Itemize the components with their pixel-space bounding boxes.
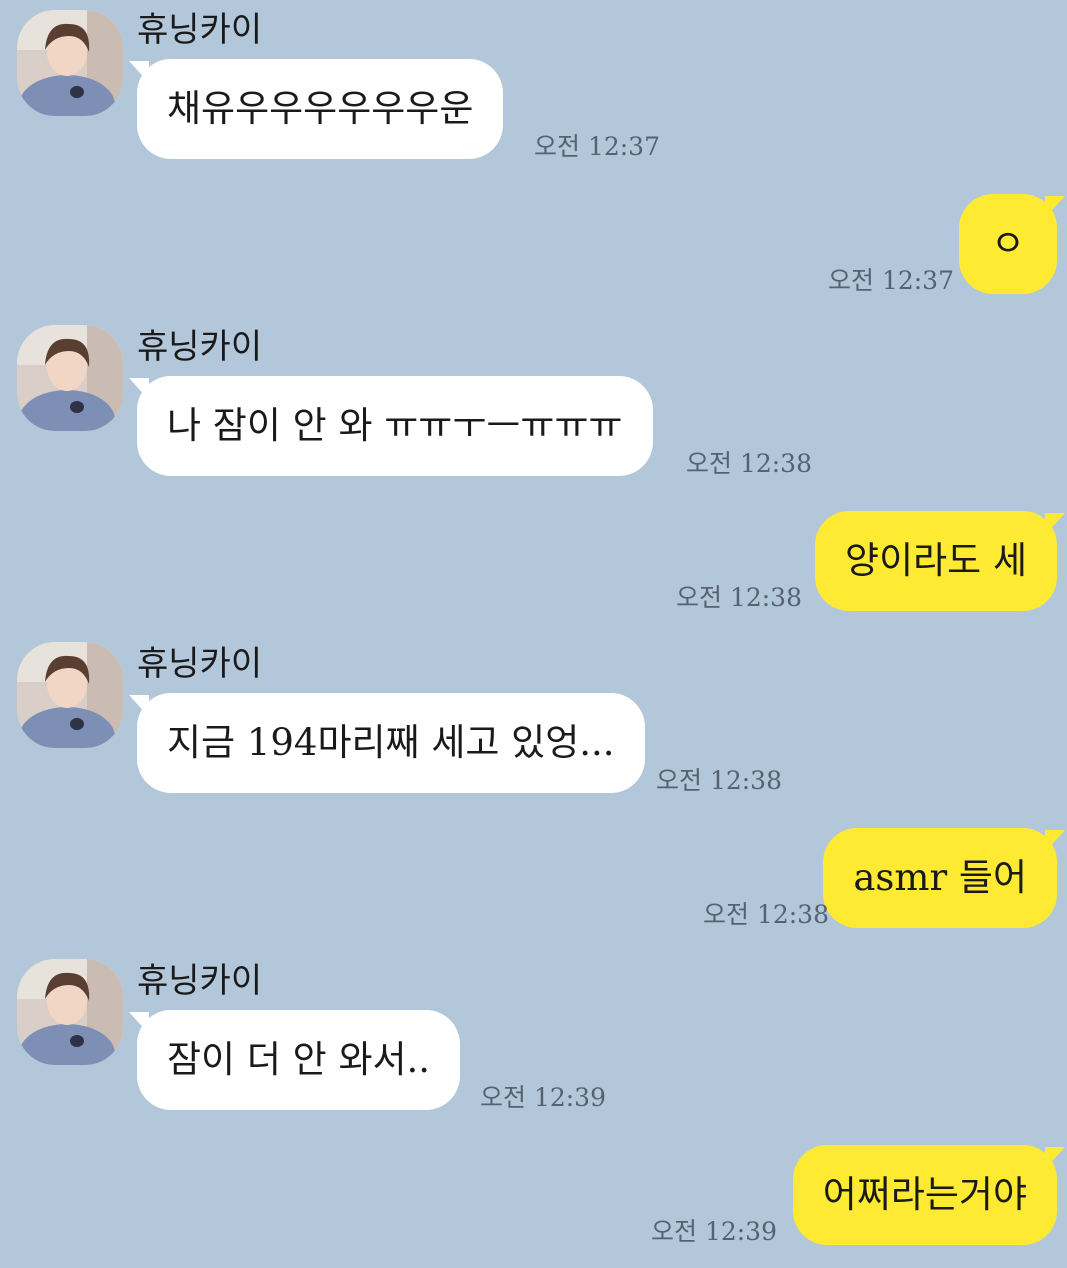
sender-avatar[interactable] — [17, 10, 123, 116]
message-timestamp: 오전 12:37 — [828, 266, 954, 295]
message-timestamp: 오전 12:39 — [480, 1083, 606, 1112]
message-bubble[interactable]: asmr 들어 — [823, 828, 1065, 928]
message-bubble[interactable]: 채유우우우우우우운 — [128, 59, 504, 159]
message-bubble[interactable]: 양이라도 세 — [815, 511, 1065, 611]
message-bubble[interactable]: 잠이 더 안 와서.. — [128, 1010, 461, 1110]
sender-name: 휴닝카이 — [137, 327, 263, 367]
avatar-icon — [17, 325, 123, 431]
avatar-icon — [17, 10, 123, 116]
message-timestamp: 오전 12:38 — [676, 583, 802, 612]
message-bubble[interactable]: 어쩌라는거야 — [792, 1145, 1066, 1245]
message-timestamp: 오전 12:38 — [703, 900, 829, 929]
message-bubble[interactable]: 지금 194마리째 세고 있엉... — [129, 693, 645, 793]
sender-name: 휴닝카이 — [137, 961, 263, 1001]
message-bubble[interactable]: ㅇ — [959, 194, 1065, 294]
sender-name: 휴닝카이 — [137, 644, 263, 684]
sender-avatar[interactable] — [17, 959, 123, 1065]
sender-name: 휴닝카이 — [137, 10, 263, 50]
avatar-icon — [17, 959, 123, 1065]
chat-room: 휴닝카이 채유우우우우우우운 오전 12:37 ㅇ 오전 12:37 휴닝카이 … — [0, 0, 1067, 1268]
sender-avatar[interactable] — [17, 325, 123, 431]
message-bubble[interactable]: 나 잠이 안 와 ㅠㅠㅜㅡㅠㅠㅠ — [129, 376, 653, 476]
message-timestamp: 오전 12:38 — [656, 766, 782, 795]
avatar-icon — [17, 642, 123, 748]
message-timestamp: 오전 12:39 — [651, 1217, 777, 1246]
message-timestamp: 오전 12:38 — [686, 449, 812, 478]
sender-avatar[interactable] — [17, 642, 123, 748]
message-timestamp: 오전 12:37 — [534, 132, 660, 161]
